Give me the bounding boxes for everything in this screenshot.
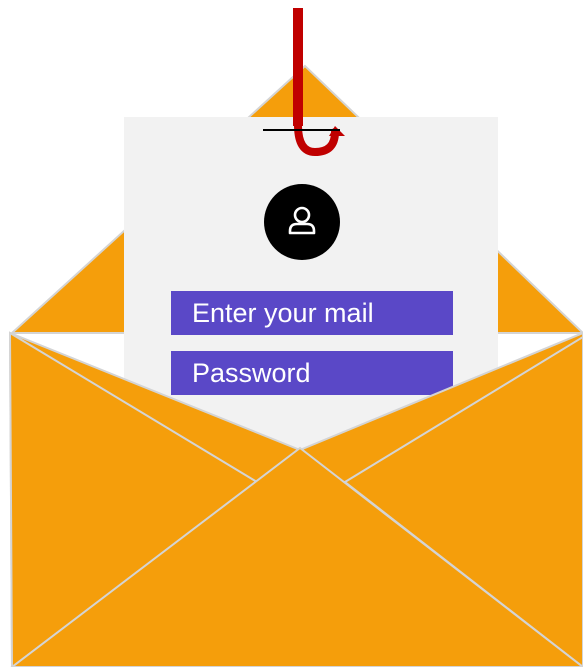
fishing-hook-icon bbox=[263, 8, 345, 157]
hook-line bbox=[293, 8, 303, 126]
phishing-illustration: Enter your mail Password bbox=[0, 0, 583, 667]
